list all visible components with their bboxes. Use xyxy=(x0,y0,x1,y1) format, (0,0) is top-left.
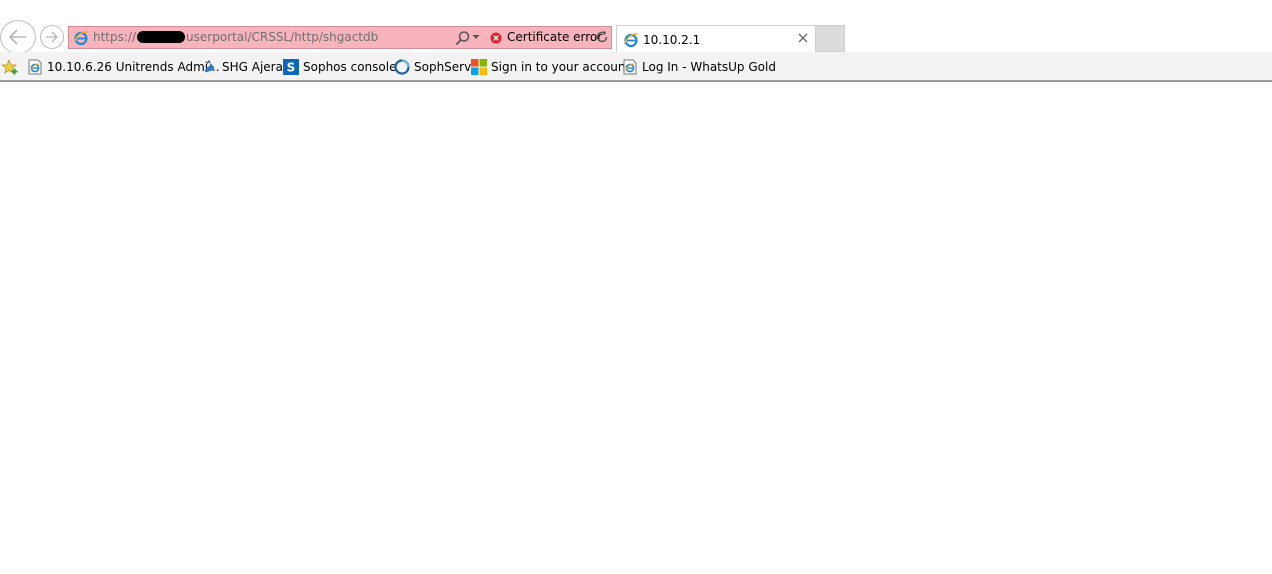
ie-icon xyxy=(623,33,638,48)
favorite-label: SHG Ajera xyxy=(222,60,283,74)
svg-text:S: S xyxy=(287,61,296,75)
address-url[interactable]: https:// userportal/CRSSL/http/shgactdb xyxy=(93,30,378,44)
favorites-star-icon[interactable] xyxy=(2,59,20,75)
ajera-icon xyxy=(205,60,215,73)
page-content xyxy=(0,84,1272,574)
search-icon[interactable] xyxy=(455,30,471,46)
ie-icon xyxy=(73,31,88,46)
certificate-error-icon[interactable] xyxy=(490,32,502,44)
favorite-shg-ajera[interactable]: SHG Ajera xyxy=(202,58,283,76)
microsoft-icon xyxy=(471,59,487,75)
redacted-host xyxy=(137,31,186,43)
chevron-down-icon[interactable] xyxy=(472,33,480,41)
refresh-icon[interactable] xyxy=(595,30,609,44)
back-button[interactable] xyxy=(0,20,36,54)
url-path: userportal/CRSSL/http/shgactdb xyxy=(186,30,379,44)
ie-page-icon xyxy=(623,59,637,75)
navigation-row: https:// userportal/CRSSL/http/shgactdb … xyxy=(0,0,1272,54)
certificate-error-label[interactable]: Certificate error xyxy=(507,30,602,44)
address-bar[interactable]: https:// userportal/CRSSL/http/shgactdb … xyxy=(68,26,612,49)
tab-title: 10.10.2.1 xyxy=(643,33,701,47)
sophos-icon: S xyxy=(283,59,299,75)
favorite-label: Sophos console xyxy=(303,60,397,74)
browser-window: https:// userportal/CRSSL/http/shgactdb … xyxy=(0,0,1272,574)
forward-button[interactable] xyxy=(40,25,64,49)
url-prefix: https:// xyxy=(93,30,137,44)
favorite-whatsup-gold[interactable]: Log In - WhatsUp Gold xyxy=(622,58,776,76)
close-icon[interactable] xyxy=(797,32,809,44)
favorite-unitrends[interactable]: 10.10.6.26 Unitrends Admi... xyxy=(27,58,220,76)
favorite-sophos-console[interactable]: S Sophos console xyxy=(283,58,396,76)
favorite-sophserv[interactable]: SophServ xyxy=(394,58,471,76)
new-tab-button[interactable] xyxy=(816,25,845,52)
favorite-label: Log In - WhatsUp Gold xyxy=(642,60,776,74)
tab-active[interactable]: 10.10.2.1 xyxy=(616,25,816,53)
favorite-sign-in[interactable]: Sign in to your account xyxy=(471,58,630,76)
favorites-bar: 10.10.6.26 Unitrends Admi... SHG Ajera S… xyxy=(0,52,1272,82)
favorite-label: SophServ xyxy=(414,60,472,74)
favorite-label: 10.10.6.26 Unitrends Admi... xyxy=(47,60,220,74)
forward-arrow-icon xyxy=(46,31,58,43)
back-arrow-icon xyxy=(8,29,26,45)
sophserv-icon xyxy=(394,59,410,75)
favorite-label: Sign in to your account xyxy=(491,60,631,74)
ie-page-icon xyxy=(28,59,42,75)
